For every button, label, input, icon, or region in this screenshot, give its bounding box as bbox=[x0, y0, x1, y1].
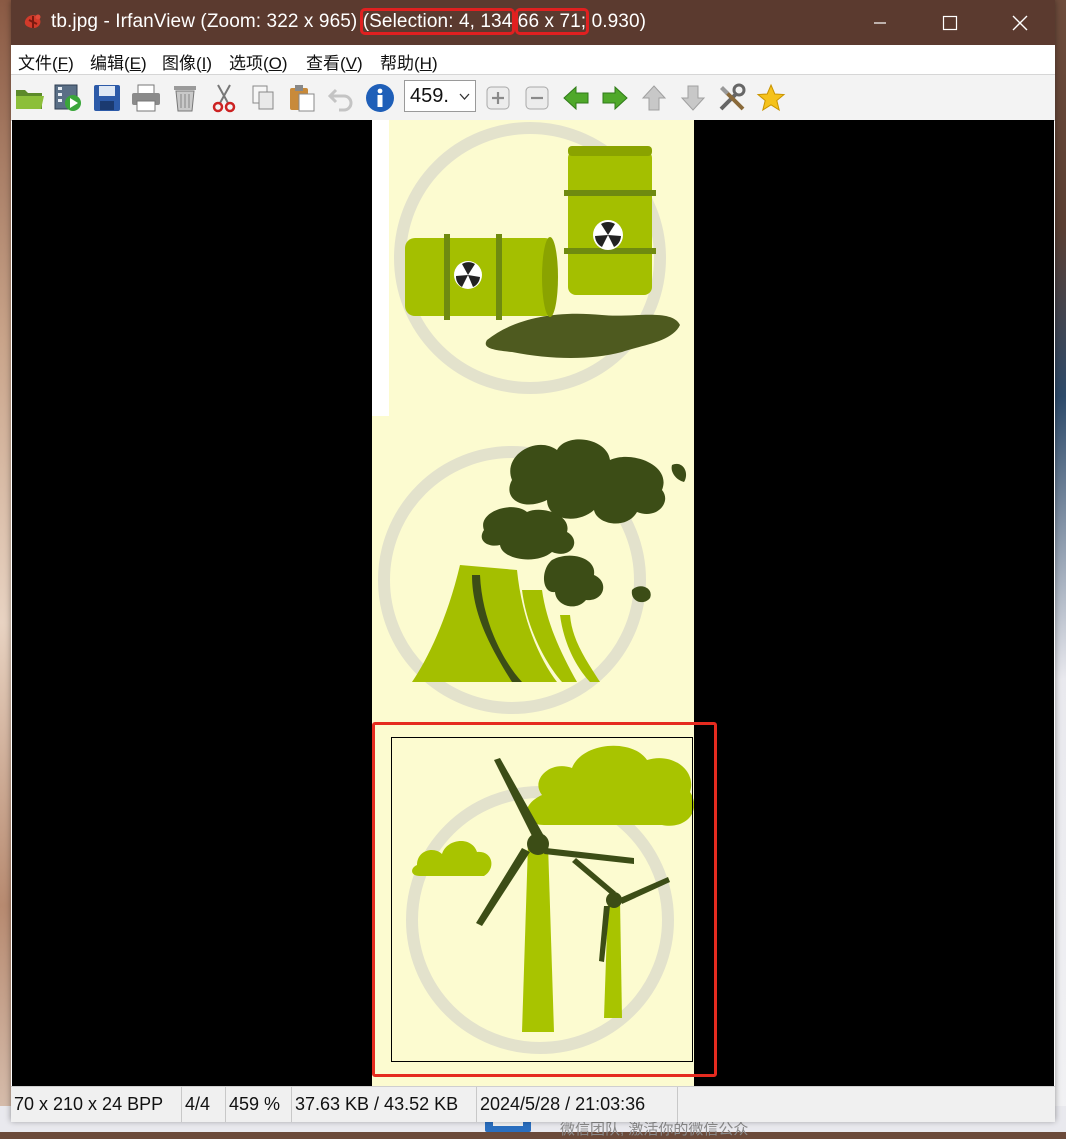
title-separator bbox=[512, 11, 517, 32]
title-suffix: 0.930) bbox=[586, 11, 647, 32]
toxic-barrels-icon bbox=[394, 122, 680, 394]
status-filesize: 37.63 KB / 43.52 KB bbox=[292, 1087, 477, 1122]
open-button[interactable] bbox=[13, 81, 47, 115]
status-zoom: 459 % bbox=[226, 1087, 292, 1122]
open-folder-icon bbox=[16, 90, 44, 109]
settings-tools-icon bbox=[719, 83, 746, 111]
maximize-button[interactable] bbox=[915, 0, 985, 45]
cut-button[interactable] bbox=[207, 81, 241, 115]
status-index: 4/4 bbox=[182, 1087, 226, 1122]
last-arrow-icon bbox=[680, 85, 706, 111]
copy-button[interactable] bbox=[246, 81, 280, 115]
save-icon bbox=[94, 85, 120, 111]
previous-image-button[interactable] bbox=[559, 81, 593, 115]
first-arrow-icon bbox=[641, 85, 667, 111]
print-icon bbox=[132, 84, 160, 112]
annotation-highlight-box bbox=[372, 722, 717, 1077]
info-button[interactable] bbox=[363, 81, 397, 115]
status-bar: 70 x 210 x 24 BPP 4/4 459 % 37.63 KB / 4… bbox=[11, 1086, 1055, 1122]
zoom-in-button[interactable] bbox=[481, 81, 515, 115]
title-bar[interactable]: tb.jpg - IrfanView (Zoom: 322 x 965) (Se… bbox=[11, 0, 1055, 45]
menu-bar: 文件(F) 编辑(E) 图像(I) 选项(O) 查看(V) 帮助(H) bbox=[11, 45, 1055, 74]
menu-edit[interactable]: 编辑(E) bbox=[90, 49, 147, 74]
status-datetime: 2024/5/28 / 21:03:36 bbox=[477, 1087, 678, 1122]
first-image-button[interactable] bbox=[637, 81, 671, 115]
title-selection-size: 66 x 71; bbox=[514, 8, 590, 35]
slideshow-button[interactable] bbox=[51, 81, 85, 115]
delete-button[interactable] bbox=[168, 81, 202, 115]
menu-view[interactable]: 查看(V) bbox=[306, 49, 363, 74]
minimize-icon bbox=[874, 21, 886, 24]
copy-icon bbox=[252, 85, 274, 110]
previous-arrow-icon bbox=[563, 85, 589, 111]
desktop-background-right bbox=[1054, 0, 1066, 1132]
last-image-button[interactable] bbox=[676, 81, 710, 115]
slideshow-icon bbox=[54, 84, 81, 111]
favorites-star-icon bbox=[756, 83, 786, 112]
image-viewport[interactable] bbox=[12, 120, 1054, 1086]
menu-help[interactable]: 帮助(H) bbox=[380, 49, 438, 74]
zoom-value: 459. bbox=[410, 85, 449, 107]
properties-button[interactable] bbox=[715, 81, 749, 115]
irfanview-app-icon bbox=[24, 14, 41, 29]
cut-icon bbox=[212, 84, 236, 113]
chevron-down-icon bbox=[459, 93, 470, 100]
status-dimensions: 70 x 210 x 24 BPP bbox=[11, 1087, 182, 1122]
paste-icon bbox=[290, 85, 315, 112]
toolbar: 459. bbox=[11, 74, 1055, 121]
title-selection-coords: (Selection: 4, 134 bbox=[359, 8, 516, 35]
minimize-button[interactable] bbox=[845, 0, 915, 45]
favorites-button[interactable] bbox=[754, 81, 788, 115]
zoom-combobox[interactable]: 459. bbox=[404, 80, 476, 112]
close-button[interactable] bbox=[985, 0, 1055, 45]
undo-icon bbox=[327, 88, 353, 112]
print-button[interactable] bbox=[129, 81, 163, 115]
menu-file[interactable]: 文件(F) bbox=[18, 49, 74, 74]
zoom-out-button[interactable] bbox=[520, 81, 554, 115]
window-title: tb.jpg - IrfanView (Zoom: 322 x 965) (Se… bbox=[51, 8, 647, 35]
close-icon bbox=[1012, 15, 1028, 30]
undo-button[interactable] bbox=[324, 81, 358, 115]
paste-button[interactable] bbox=[285, 81, 319, 115]
menu-image[interactable]: 图像(I) bbox=[162, 49, 212, 74]
title-prefix: tb.jpg - IrfanView (Zoom: 322 x 965) bbox=[51, 11, 363, 32]
delete-icon bbox=[174, 86, 196, 112]
menu-options[interactable]: 选项(O) bbox=[229, 49, 288, 74]
zoom-out-icon bbox=[525, 86, 549, 110]
factory-smoke-icon bbox=[378, 439, 687, 714]
info-icon bbox=[366, 84, 394, 112]
next-arrow-icon bbox=[602, 85, 628, 111]
maximize-icon bbox=[942, 15, 958, 30]
zoom-in-icon bbox=[486, 86, 510, 110]
next-image-button[interactable] bbox=[598, 81, 632, 115]
save-button[interactable] bbox=[90, 81, 124, 115]
irfanview-window: tb.jpg - IrfanView (Zoom: 322 x 965) (Se… bbox=[11, 0, 1055, 1122]
